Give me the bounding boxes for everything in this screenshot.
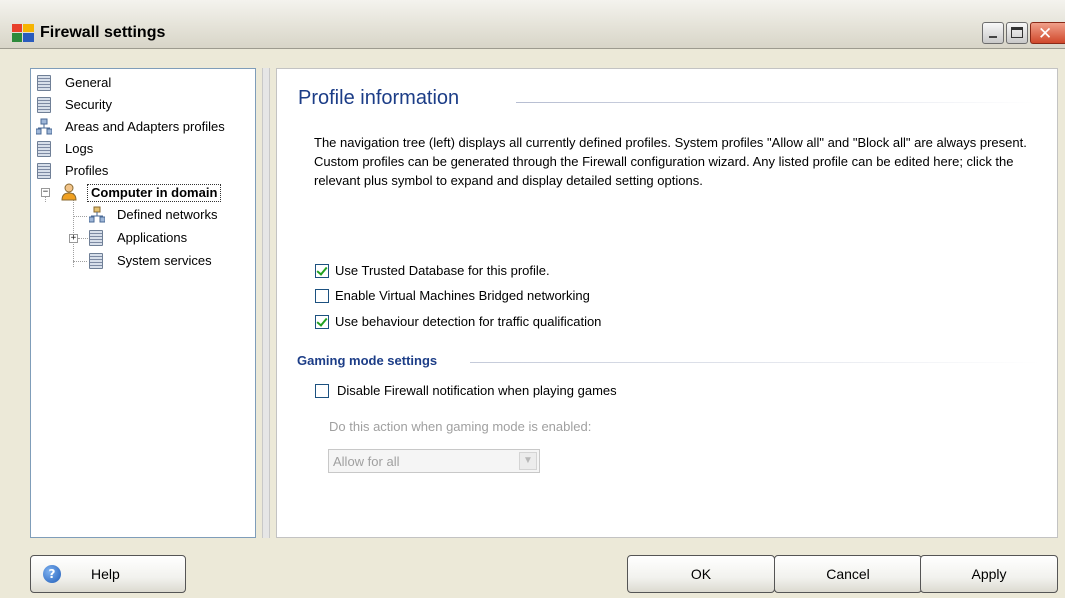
close-button[interactable]: ✕ — [1030, 22, 1065, 44]
cancel-button[interactable]: Cancel — [774, 555, 922, 593]
select-value: Allow for all — [333, 454, 400, 469]
tree-item-label: Profiles — [65, 163, 109, 178]
window-title: Firewall settings — [40, 24, 166, 41]
help-label: Help — [91, 566, 120, 582]
tree-item-label: Areas and Adapters profiles — [65, 119, 225, 134]
panel-splitter[interactable] — [262, 68, 270, 538]
maximize-button[interactable] — [1006, 22, 1028, 44]
help-icon: ? — [43, 565, 61, 583]
network-icon — [89, 206, 105, 223]
avg-logo-icon — [12, 24, 34, 42]
minimize-icon — [989, 36, 997, 38]
minimize-button[interactable] — [982, 22, 1004, 44]
maximize-icon — [1011, 27, 1023, 38]
option-label: Disable Firewall notification when playi… — [337, 383, 617, 398]
disable-notification-checkbox[interactable] — [315, 384, 329, 398]
option-label: Use Trusted Database for this profile. — [335, 263, 550, 278]
gaming-action-label: Do this action when gaming mode is enabl… — [329, 419, 592, 434]
tree-item-label: Security — [65, 97, 112, 112]
navigation-tree: General Security Areas and Adapters prof… — [30, 68, 256, 538]
profile-description: The navigation tree (left) displays all … — [314, 135, 1027, 188]
document-list-icon — [89, 230, 103, 246]
collapse-toggle[interactable]: − — [41, 188, 50, 197]
chevron-down-icon: ▼ — [519, 452, 537, 470]
title-bar: Firewall settings ✕ — [0, 0, 1065, 49]
trusted-database-checkbox[interactable] — [315, 264, 329, 278]
section-title: Profile information — [298, 87, 460, 109]
tree-item-label: General — [65, 75, 112, 90]
gaming-mode-title: Gaming mode settings — [297, 353, 438, 368]
tree-item-label: Logs — [65, 141, 94, 156]
firewall-settings-window: Firewall settings ✕ General Security Are… — [0, 0, 1065, 598]
document-list-icon — [89, 253, 103, 269]
tree-connector — [78, 238, 88, 239]
ok-button[interactable]: OK — [627, 555, 775, 593]
tree-item-label: Applications — [117, 230, 188, 245]
behaviour-detection-checkbox[interactable] — [315, 315, 329, 329]
expand-toggle[interactable]: + — [69, 234, 78, 243]
gaming-divider — [470, 362, 1040, 363]
tree-connector — [73, 216, 87, 217]
document-list-icon — [37, 141, 51, 157]
document-list-icon — [37, 97, 51, 113]
tree-connector — [73, 261, 87, 262]
document-list-icon — [37, 75, 51, 91]
option-label: Use behaviour detection for traffic qual… — [335, 314, 602, 329]
title-divider — [516, 102, 1036, 103]
document-list-icon — [37, 163, 51, 179]
network-icon — [36, 118, 52, 135]
gaming-action-select: Allow for all ▼ — [328, 449, 540, 473]
help-button[interactable]: ? Help — [30, 555, 186, 593]
user-icon — [61, 183, 77, 201]
tree-item-label: Computer in domain — [87, 184, 222, 202]
tree-item-label: System services — [117, 253, 212, 268]
virtual-machines-checkbox[interactable] — [315, 289, 329, 303]
close-icon: ✕ — [1038, 24, 1053, 44]
tree-connector — [73, 193, 74, 267]
apply-button[interactable]: Apply — [920, 555, 1058, 593]
tree-item-label: Defined networks — [117, 207, 218, 222]
option-label: Enable Virtual Machines Bridged networki… — [335, 288, 590, 303]
